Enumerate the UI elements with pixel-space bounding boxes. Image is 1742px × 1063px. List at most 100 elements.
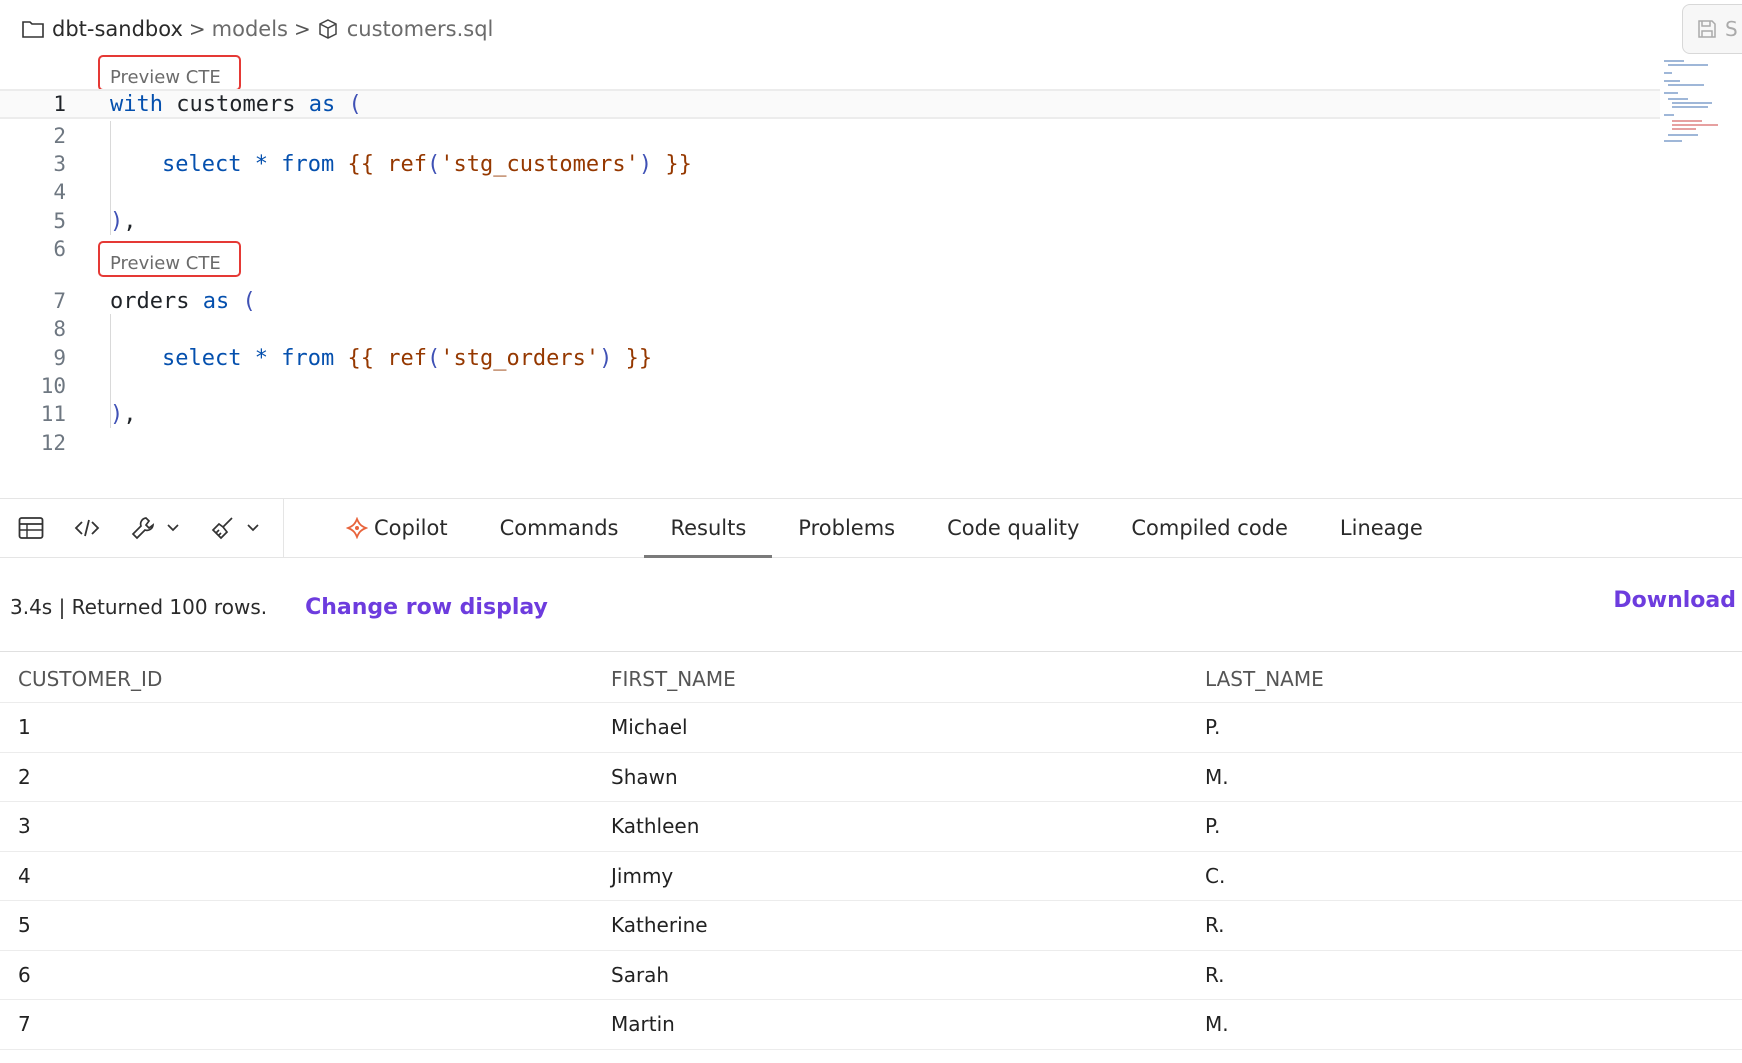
code-line[interactable]: 5 ), [0,206,1660,236]
tab-label: Problems [798,516,896,540]
tab-results[interactable]: Results [644,499,773,558]
breadcrumb-separator: > [188,17,206,41]
cell-first-name: Martin [611,1012,675,1037]
cell-customer-id: 1 [18,715,31,740]
cell-customer-id: 7 [18,1012,31,1037]
table-row[interactable]: 5 Katherine R. [0,901,1742,951]
breadcrumb-file-label: customers.sql [346,17,494,41]
divider [0,651,1742,652]
table-icon [18,517,44,539]
tab-code-quality[interactable]: Code quality [921,499,1105,557]
line-content: ), [110,401,137,427]
line-number: 7 [53,289,66,313]
cell-first-name: Sarah [611,962,670,987]
line-number: 10 [40,374,66,398]
cell-last-name: M. [1205,764,1229,789]
tab-compiled-code[interactable]: Compiled code [1105,499,1314,557]
cell-customer-id: 6 [18,962,31,987]
folder-icon [22,21,44,38]
code-line[interactable]: 1 with customers as ( [0,89,1660,119]
cell-first-name: Jimmy [611,863,674,888]
preview-cte-lens-orders[interactable]: Preview CTE [98,241,241,277]
code-line[interactable]: 2 [0,121,1660,151]
chevron-down-icon [247,524,259,532]
cell-last-name: P. [1205,814,1221,839]
code-line[interactable]: 11 ), [0,399,1660,429]
cell-first-name: Michael [611,715,688,740]
results-summary: 3.4s | Returned 100 rows. [10,595,268,619]
line-content: select * from {{ ref('stg_customers') }} [162,151,692,177]
indent-guide [110,314,111,428]
build-dropdown[interactable] [130,515,180,541]
tab-commands[interactable]: Commands [474,499,645,557]
minimap[interactable] [1662,58,1722,158]
breadcrumb-project[interactable]: dbt-sandbox [22,17,183,41]
breadcrumb: dbt-sandbox > models > customers.sql [22,14,493,44]
line-number: 11 [40,402,66,426]
table-row[interactable]: 1 Michael P. [0,703,1742,753]
cell-last-name: C. [1205,863,1226,888]
copilot-icon [346,517,368,539]
breadcrumb-folder[interactable]: models [212,17,288,41]
code-icon [74,519,100,537]
line-content: select * from {{ ref('stg_orders') }} [162,345,653,371]
table-view-button[interactable] [18,516,44,540]
results-table: CUSTOMER_ID FIRST_NAME LAST_NAME 1 Micha… [0,655,1742,1050]
code-editor[interactable]: Preview CTE 1 with customers as ( 2 3 se… [0,55,1742,498]
code-line[interactable]: 4 [0,177,1660,207]
code-line[interactable]: 3 select * from {{ ref('stg_customers') … [0,149,1660,179]
save-button-label: S [1725,17,1738,41]
code-line[interactable]: 6 [0,234,1660,264]
line-number: 8 [53,317,66,341]
tab-label: Compiled code [1131,516,1288,540]
cell-first-name: Katherine [611,913,708,938]
code-line[interactable]: 10 [0,371,1660,401]
download-link[interactable]: Download [1613,588,1736,613]
table-row[interactable]: 3 Kathleen P. [0,802,1742,852]
preview-cte-lens-customers[interactable]: Preview CTE [98,55,241,91]
panel-toolbar: Copilot Commands Results Problems Code q… [0,498,1742,558]
code-line[interactable]: 7 orders as ( [0,286,1660,316]
cell-customer-id: 2 [18,764,31,789]
code-line[interactable]: 8 [0,314,1660,344]
tab-lineage[interactable]: Lineage [1314,499,1449,557]
tab-copilot[interactable]: Copilot [320,499,474,557]
tab-label: Copilot [374,516,448,540]
table-row[interactable]: 4 Jimmy C. [0,852,1742,901]
line-content: with customers as ( [110,91,362,117]
table-row[interactable]: 2 Shawn M. [0,753,1742,802]
format-dropdown[interactable] [210,515,260,541]
breadcrumb-file[interactable]: customers.sql [317,17,494,41]
wrench-icon [131,517,155,540]
save-button[interactable]: S [1682,4,1742,54]
cell-customer-id: 3 [18,814,31,839]
change-row-display-link[interactable]: Change row display [305,595,548,620]
column-header-first-name[interactable]: FIRST_NAME [611,667,1205,691]
cell-last-name: P. [1205,715,1221,740]
column-header-customer-id[interactable]: CUSTOMER_ID [0,667,611,691]
tab-label: Lineage [1339,516,1423,540]
line-number: 4 [53,180,66,204]
table-row[interactable]: 6 Sarah R. [0,951,1742,1000]
line-number: 3 [53,152,66,176]
line-content: orders as ( [110,288,256,314]
indent-guide [110,121,111,235]
tab-problems[interactable]: Problems [772,499,921,557]
panel-tabs: Copilot Commands Results Problems Code q… [284,499,1449,558]
cell-first-name: Kathleen [611,814,700,839]
breadcrumb-separator: > [294,17,311,41]
code-line[interactable]: 12 [0,428,1660,458]
broom-icon [211,517,233,540]
tab-label: Code quality [947,516,1080,540]
table-row[interactable]: 7 Martin M. [0,1000,1742,1050]
chevron-down-icon [167,524,179,532]
line-number: 9 [53,346,66,370]
line-content: ), [110,208,137,234]
column-header-last-name[interactable]: LAST_NAME [1205,667,1742,691]
save-icon [1698,20,1716,38]
code-view-button[interactable] [74,517,100,539]
code-line[interactable]: 9 select * from {{ ref('stg_orders') }} [0,343,1660,373]
line-number: 12 [40,431,66,455]
line-number: 1 [53,92,66,116]
breadcrumb-project-label: dbt-sandbox [52,17,183,41]
